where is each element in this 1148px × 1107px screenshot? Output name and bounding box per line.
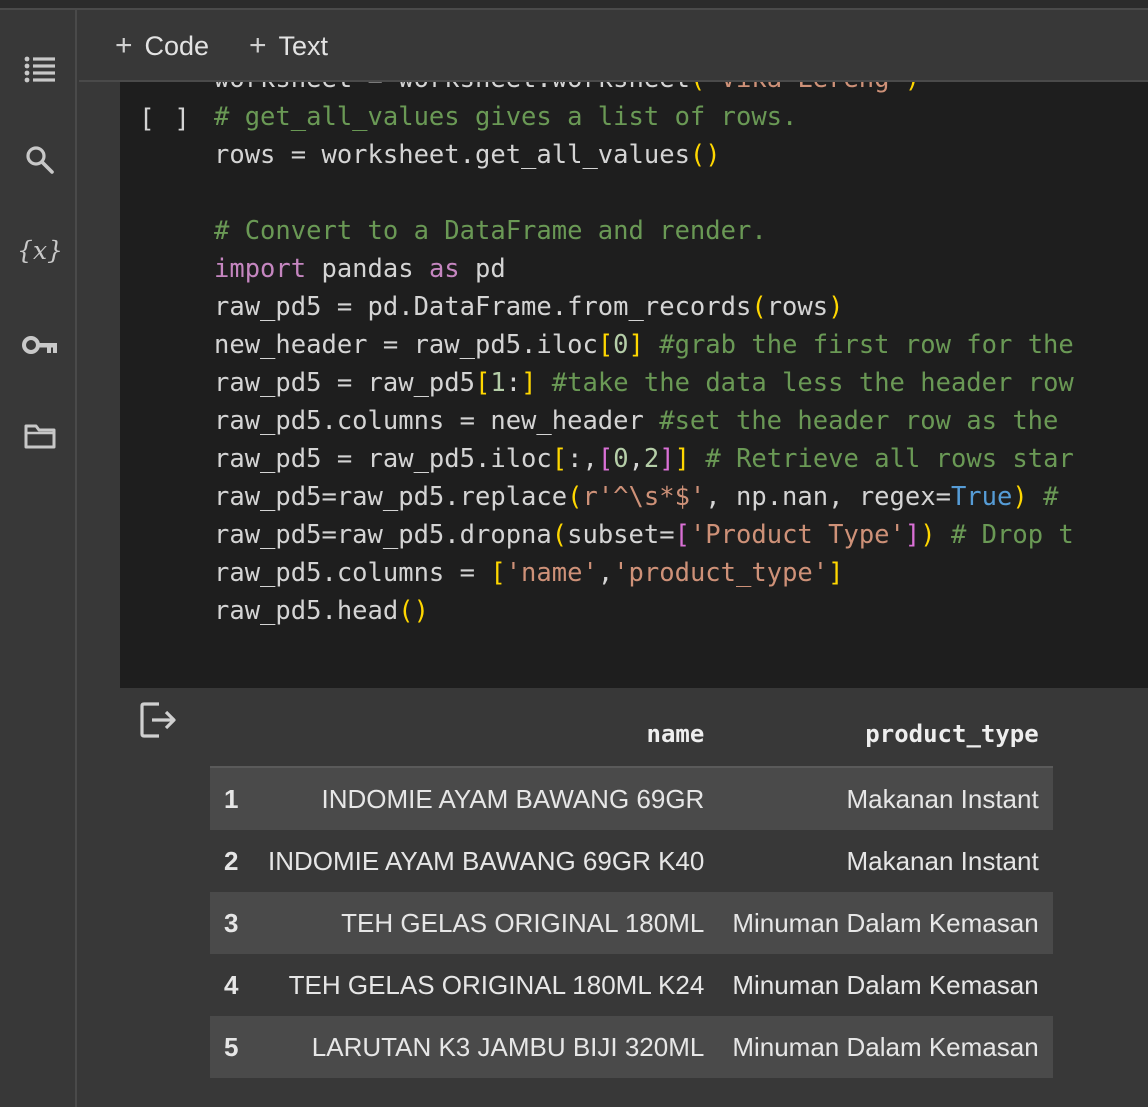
secrets-button[interactable] [18, 323, 62, 367]
search-icon [26, 146, 54, 174]
row-index: 2 [210, 830, 254, 892]
code-text: worksheet = worksheet.worksheet('Vika Le… [214, 82, 1074, 630]
add-code-label: Code [144, 30, 210, 61]
run-cell-button[interactable]: [ ] [139, 104, 192, 134]
row-name: LARUTAN K3 JAMBU BIJI 320ML [254, 1016, 719, 1078]
files-button[interactable] [18, 414, 62, 458]
code-line-0: worksheet = worksheet.worksheet('Vika Le… [214, 82, 920, 94]
window-top-border [0, 0, 1148, 10]
left-sidebar: {x} [0, 10, 77, 1107]
row-index: 5 [210, 1016, 254, 1078]
code-editor[interactable]: worksheet = worksheet.worksheet('Vika Le… [120, 82, 1148, 688]
variables-button[interactable]: {x} [17, 228, 63, 272]
plus-icon: + [115, 29, 133, 62]
row-product-type: Makanan Instant [718, 830, 1053, 892]
row-index: 1 [210, 767, 254, 830]
row-product-type: Minuman Dalam Kemasan [718, 892, 1053, 954]
folder-icon [24, 424, 56, 449]
product-type-header: product_type [718, 702, 1053, 768]
code-line-5: import pandas as pd [214, 254, 506, 284]
row-name: INDOMIE AYAM BAWANG 69GR [254, 767, 719, 830]
index-header [210, 702, 254, 768]
add-text-cell-button[interactable]: + Text [249, 26, 328, 66]
row-name: INDOMIE AYAM BAWANG 69GR K40 [254, 830, 719, 892]
name-header: name [254, 702, 719, 768]
row-index: 4 [210, 954, 254, 1016]
table-header-row: name product_type [210, 702, 1053, 768]
code-line-7: new_header = raw_pd5.iloc[0] #grab the f… [214, 330, 1074, 360]
list-icon [24, 56, 55, 83]
variables-icon: {x} [17, 235, 63, 265]
code-line-8: raw_pd5 = raw_pd5[1:] #take the data les… [214, 368, 1074, 398]
notebook-main: worksheet = worksheet.worksheet('Vika Le… [79, 82, 1148, 1107]
row-name: TEH GELAS ORIGINAL 180ML [254, 892, 719, 954]
key-icon [22, 336, 57, 354]
table-row: 5 LARUTAN K3 JAMBU BIJI 320ML Minuman Da… [210, 1016, 1053, 1078]
table-row: 3 TEH GELAS ORIGINAL 180ML Minuman Dalam… [210, 892, 1053, 954]
search-button[interactable] [18, 138, 62, 182]
code-line-10: raw_pd5 = raw_pd5.iloc[:,[0,2]] # Retrie… [214, 444, 1074, 474]
table-row: 2 INDOMIE AYAM BAWANG 69GR K40 Makanan I… [210, 830, 1053, 892]
row-product-type: Minuman Dalam Kemasan [718, 954, 1053, 1016]
row-product-type: Minuman Dalam Kemasan [718, 1016, 1053, 1078]
code-line-6: raw_pd5 = pd.DataFrame.from_records(rows… [214, 292, 844, 322]
output-actions-button[interactable] [139, 701, 183, 745]
add-text-label: Text [278, 30, 329, 61]
code-line-9: raw_pd5.columns = new_header #set the he… [214, 406, 1059, 436]
code-line-14: raw_pd5.head() [214, 596, 429, 626]
notebook-toolbar: + Code + Text [79, 10, 1148, 82]
row-product-type: Makanan Instant [718, 767, 1053, 830]
table-of-contents-button[interactable] [18, 47, 62, 91]
table-row: 1 INDOMIE AYAM BAWANG 69GR Makanan Insta… [210, 767, 1053, 830]
add-code-cell-button[interactable]: + Code [115, 26, 209, 66]
output-icon [140, 702, 176, 738]
row-index: 3 [210, 892, 254, 954]
table-row: 4 TEH GELAS ORIGINAL 180ML K24 Minuman D… [210, 954, 1053, 1016]
code-line-13: raw_pd5.columns = ['name','product_type'… [214, 558, 844, 588]
code-line-1: # get_all_values gives a list of rows. [214, 102, 798, 132]
dataframe-output: name product_type 1 INDOMIE AYAM BAWANG … [210, 702, 1053, 1078]
code-line-2: rows = worksheet.get_all_values() [214, 140, 721, 170]
plus-icon: + [249, 29, 267, 62]
row-name: TEH GELAS ORIGINAL 180ML K24 [254, 954, 719, 1016]
code-line-4: # Convert to a DataFrame and render. [214, 216, 767, 246]
code-line-12: raw_pd5=raw_pd5.dropna(subset=['Product … [214, 520, 1074, 550]
code-line-11: raw_pd5=raw_pd5.replace(r'^\s*$', np.nan… [214, 482, 1059, 512]
